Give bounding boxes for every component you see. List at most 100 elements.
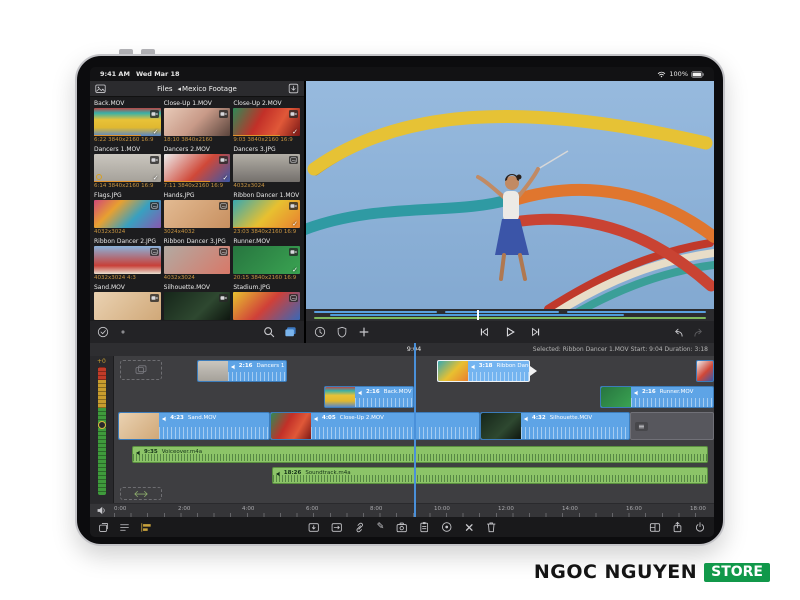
layout-icon[interactable] <box>649 522 661 533</box>
select-check-icon[interactable] <box>97 326 109 338</box>
library-item[interactable]: Flags.JPG 4032x3024 <box>94 192 161 236</box>
audio-meter-strip: +0 <box>90 356 114 503</box>
library-item-thumbnail[interactable] <box>164 246 231 274</box>
library-item-name: Dancers 1.MOV <box>94 146 161 154</box>
undo-icon[interactable] <box>671 327 684 338</box>
library-item-thumbnail[interactable]: ✓ <box>233 246 300 274</box>
library-item-meta: 18:10 3840x2160 <box>164 136 231 144</box>
clipboard-icon[interactable] <box>418 521 429 533</box>
playhead[interactable] <box>414 343 416 517</box>
wifi-icon <box>657 70 666 78</box>
shield-icon[interactable] <box>336 326 348 338</box>
clip-label: 2:16Runner.MOV <box>631 387 713 407</box>
library-item-thumbnail[interactable]: ✓ <box>94 154 161 182</box>
library-item[interactable]: Silhouette.MOV <box>164 284 231 321</box>
audio-clip[interactable]: 9:35Voiceover.m4a <box>132 446 708 463</box>
media-source-icon[interactable] <box>284 326 297 338</box>
timeline-clip[interactable]: 4:05Close-Up 2.MOV <box>270 412 480 440</box>
timeline-clip[interactable] <box>696 360 714 382</box>
insert-icon[interactable] <box>308 522 320 533</box>
audio-clip[interactable]: 18:26Soundtrack.m4a <box>272 467 708 484</box>
library-item[interactable]: Close-Up 2.MOV ✓ 9:03 3840x2160 16:9 <box>233 100 300 144</box>
library-item[interactable]: Ribbon Dancer 2.JPG 4032x3024 4:3 <box>94 238 161 282</box>
library-item-thumbnail[interactable] <box>94 292 161 320</box>
clip-label: 2:16Dancers 1 <box>228 361 286 381</box>
share-icon[interactable] <box>672 521 683 533</box>
video-badge-icon <box>150 110 159 118</box>
import-icon[interactable] <box>288 83 299 94</box>
record-icon[interactable] <box>440 521 452 533</box>
library-item-thumbnail[interactable] <box>233 154 300 182</box>
library-item[interactable]: Dancers 1.MOV ✓ 6:14 3840x2160 16:9 <box>94 146 161 190</box>
library-item-name: Close-Up 2.MOV <box>233 100 300 108</box>
link-icon[interactable] <box>354 522 366 533</box>
library-item-thumbnail[interactable] <box>164 292 231 320</box>
search-icon[interactable] <box>263 326 275 338</box>
add-audio-track-slot[interactable] <box>120 487 162 500</box>
check-icon: ✓ <box>153 128 159 136</box>
clip-label: 3:18Ribbon Dancer 1.MOV <box>468 361 529 381</box>
timeline-clip[interactable]: 4:23Sand.MOV <box>118 412 270 440</box>
clip-info-icon[interactable] <box>314 326 326 338</box>
library-item[interactable]: Hands.JPG 3024x4032 <box>164 192 231 236</box>
timeline-clip[interactable]: 2:16Runner.MOV <box>600 386 714 408</box>
library-item-thumbnail[interactable]: ✓ <box>164 154 231 182</box>
play-icon[interactable] <box>504 326 516 338</box>
timeline-clip[interactable]: 3:18Ribbon Dancer 1.MOV <box>437 360 530 382</box>
library-item-thumbnail[interactable] <box>94 246 161 274</box>
media-rotate-icon[interactable] <box>98 522 109 533</box>
library-item-thumbnail[interactable]: ✓ <box>233 108 300 136</box>
watermark: NGOC NGUYEN STORE <box>534 561 770 583</box>
video-badge-icon <box>150 156 159 164</box>
timeline-clip-placeholder[interactable]: ≡ <box>630 412 714 440</box>
library-item-thumbnail[interactable] <box>233 292 300 320</box>
library-item[interactable]: Back.MOV ✓ 6:22 3840x2160 16:9 <box>94 100 161 144</box>
library-item-thumbnail[interactable]: ✓ <box>94 108 161 136</box>
filter-dot-icon[interactable] <box>118 327 128 337</box>
library-item-thumbnail[interactable] <box>94 200 161 228</box>
toolbar-center-group: ✎ <box>308 521 497 533</box>
library-item[interactable]: Ribbon Dancer 1.MOV ✓ 23:03 3840x2160 16… <box>233 192 300 236</box>
library-breadcrumb[interactable]: Files◂Mexico Footage <box>90 85 304 93</box>
timeline-clip[interactable]: 4:32Silhouette.MOV <box>480 412 630 440</box>
library-item[interactable]: Ribbon Dancer 3.JPG 4032x3024 <box>164 238 231 282</box>
skip-forward-icon[interactable] <box>530 326 542 338</box>
overwrite-icon[interactable] <box>331 522 343 533</box>
trash-icon[interactable] <box>485 521 496 533</box>
delete-x-icon[interactable] <box>463 522 474 533</box>
library-item[interactable]: Dancers 3.JPG 4032x3024 <box>233 146 300 190</box>
library-item-thumbnail[interactable] <box>164 200 231 228</box>
library-item[interactable]: Close-Up 1.MOV 18:10 3840x2160 <box>164 100 231 144</box>
library-source-icon[interactable] <box>95 83 106 94</box>
overview-clip-bar <box>314 311 436 313</box>
library-item-meta: 4032x3024 <box>233 182 300 190</box>
overview-playhead[interactable] <box>477 310 479 320</box>
page: 9:41 AMWed Mar 18 100% <box>0 0 800 600</box>
snapshot-icon[interactable] <box>395 522 407 533</box>
clip-thumbnail <box>119 413 159 439</box>
library-item[interactable]: Sand.MOV <box>94 284 161 321</box>
preview-frame[interactable] <box>306 81 714 309</box>
timeline-gold-icon[interactable] <box>140 522 152 533</box>
library-item-thumbnail[interactable] <box>164 108 231 136</box>
trim-handle-icon[interactable] <box>530 366 537 376</box>
photo-badge-icon <box>289 156 298 164</box>
library-item[interactable]: Stadium.JPG <box>233 284 300 321</box>
library-item[interactable]: Runner.MOV ✓ 20:15 3840x2160 16:9 <box>233 238 300 282</box>
library-item-meta: 6:14 3840x2160 16:9 <box>94 182 161 190</box>
meter-knob[interactable] <box>98 421 106 429</box>
library-item-thumbnail[interactable]: ✓ <box>233 200 300 228</box>
redo-icon[interactable] <box>693 327 706 338</box>
timeline-clip[interactable]: 2:16Dancers 1 <box>197 360 287 382</box>
timeline-clip[interactable]: 2:16Back.MOV <box>324 386 414 408</box>
add-clip-icon[interactable] <box>358 326 370 338</box>
preview-overview-strip[interactable] <box>306 309 714 321</box>
skip-back-icon[interactable] <box>478 326 490 338</box>
speaker-icon[interactable] <box>96 505 107 516</box>
power-icon[interactable] <box>694 521 706 533</box>
clip-list-icon[interactable] <box>119 522 130 533</box>
timeline-ruler[interactable]: 0:002:004:006:008:0010:0012:0014:0016:00… <box>90 503 714 517</box>
library-item[interactable]: Dancers 2.MOV ✓ 7:11 3840x2160 16:9 <box>164 146 231 190</box>
library-item-meta: 4032x3024 4:3 <box>94 274 161 282</box>
pencil-icon[interactable]: ✎ <box>377 522 385 532</box>
